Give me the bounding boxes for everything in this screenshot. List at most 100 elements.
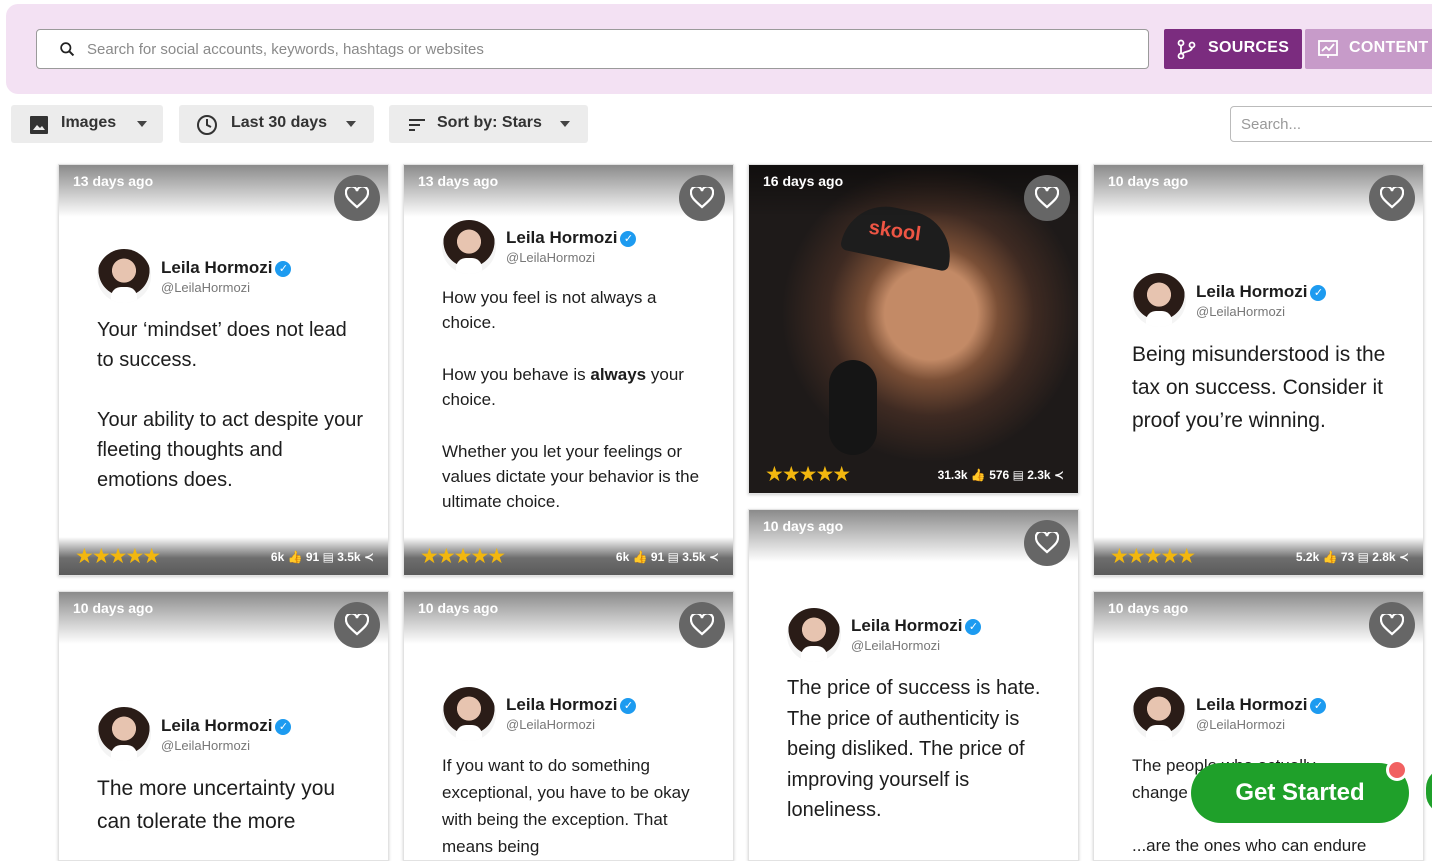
author-name: Leila Hormozi ✓ [161,716,292,736]
post-text: If you want to do something exceptional,… [442,756,690,856]
avatar [1132,687,1186,741]
sort-icon [409,119,425,131]
content-button[interactable]: CONTENT [1305,29,1432,69]
microphone-graphic [829,360,877,455]
date-filter-dropdown[interactable]: Last 30 days [179,105,374,143]
content-card[interactable]: 10 days ago Leila Hormozi ✓ @LeilaHormozi… [58,591,389,861]
author-handle: @LeilaHormozi [506,717,596,732]
post-age: 10 days ago [418,600,499,616]
author-name: Leila Hormozi ✓ [506,695,637,715]
verified-badge-icon: ✓ [620,698,637,714]
post-age: 10 days ago [763,518,844,534]
chevron-down-icon [346,121,356,127]
favorite-button[interactable] [1024,520,1070,566]
engagement-stats: 31.3k 👍 576 ▤ 2.3k ≺ [937,468,1064,482]
avatar [1132,273,1186,327]
post-text: The more uncertainty you can tolerate th… [97,777,336,833]
author-handle: @LeilaHormozi [851,638,941,653]
verified-badge-icon: ✓ [1310,698,1327,714]
avatar [442,687,496,741]
author-name: Leila Hormozi ✓ [851,616,982,636]
favorite-button[interactable] [1369,175,1415,221]
side-search-placeholder: Search... [1241,116,1302,133]
chart-icon [1318,40,1338,58]
rating-stars: ★★★★★ [420,545,506,568]
get-started-button[interactable]: Get Started [1191,763,1409,823]
verified-badge-icon: ✓ [965,619,982,635]
avatar [442,220,496,274]
heart-icon [1380,187,1404,209]
favorite-button[interactable] [679,602,725,648]
type-filter-label: Images [61,114,117,131]
post-text: Your ability to act despite your fleetin… [97,409,364,491]
heart-icon [690,187,714,209]
search-placeholder: Search for social accounts, keywords, ha… [87,41,484,58]
avatar [787,608,841,662]
post-text: Your ‘mindset’ does not lead to success. [97,319,347,371]
rating-stars: ★★★★★ [765,463,851,486]
favorite-button[interactable] [334,602,380,648]
verified-badge-icon: ✓ [275,261,292,277]
post-text: The price of success is hate. The price … [787,677,1041,821]
branch-icon [1177,39,1196,59]
avatar [97,249,151,303]
heart-icon [1035,187,1059,209]
date-filter-label: Last 30 days [231,114,328,131]
post-text: How you feel is not always a choice. [442,288,657,332]
chat-widget-edge[interactable] [1426,768,1432,814]
type-filter-dropdown[interactable]: Images [11,105,163,143]
heart-icon [1380,614,1404,636]
author-handle: @LeilaHormozi [1196,717,1286,732]
heart-icon [690,614,714,636]
post-text: Whether you let your feelings or values … [442,442,700,511]
chevron-down-icon [137,121,147,127]
author-handle: @LeilaHormozi [161,280,251,295]
notification-dot [1386,759,1408,781]
favorite-button[interactable] [334,175,380,221]
post-age: 13 days ago [73,173,154,189]
post-text: Being misunderstood is the tax on succes… [1132,343,1386,432]
author-handle: @LeilaHormozi [1196,304,1286,319]
author-name: Leila Hormozi ✓ [1196,282,1327,302]
favorite-button[interactable] [679,175,725,221]
verified-badge-icon: ✓ [620,231,637,247]
content-card[interactable]: 13 days ago Leila Hormozi ✓ @LeilaHormozi… [403,164,734,576]
rating-stars: ★★★★★ [1110,545,1196,568]
favorite-button[interactable] [1024,175,1070,221]
content-card[interactable]: 13 days ago Leila Hormozi ✓ @LeilaHormozi… [58,164,389,576]
post-age: 16 days ago [763,173,844,189]
verified-badge-icon: ✓ [1310,285,1327,301]
post-text: ...are the ones who can endure [1132,836,1367,855]
search-icon [60,42,75,57]
heart-icon [1035,532,1059,554]
author-name: Leila Hormozi ✓ [506,228,637,248]
post-age: 10 days ago [1108,173,1189,189]
sources-button[interactable]: SOURCES [1164,29,1302,69]
sort-label: Sort by: Stars [437,114,542,131]
post-age: 10 days ago [1108,600,1189,616]
content-card[interactable]: 10 days ago Leila Hormozi ✓ @LeilaHormozi… [403,591,734,861]
post-age: 13 days ago [418,173,499,189]
post-age: 10 days ago [73,600,154,616]
engagement-stats: 5.2k 👍 73 ▤ 2.8k ≺ [1295,550,1409,564]
image-icon [30,116,48,134]
content-label: CONTENT [1349,39,1429,56]
author-name: Leila Hormozi ✓ [1196,695,1327,715]
post-text: How you behave is always your choice. [442,365,684,409]
search-bar[interactable]: Search for social accounts, keywords, ha… [36,29,1149,69]
avatar [97,707,151,761]
rating-stars: ★★★★★ [75,545,161,568]
heart-icon [345,187,369,209]
sort-dropdown[interactable]: Sort by: Stars [389,105,588,143]
author-handle: @LeilaHormozi [506,250,596,265]
engagement-stats: 6k 👍 91 ▤ 3.5k ≺ [270,550,374,564]
favorite-button[interactable] [1369,602,1415,648]
clock-icon [197,115,217,135]
content-card[interactable]: skool 16 days ago ★★★★★ 31.3k 👍 576 ▤ 2.… [748,164,1079,494]
content-card[interactable]: 10 days ago Leila Hormozi ✓ @LeilaHormozi… [1093,164,1424,576]
engagement-stats: 6k 👍 91 ▤ 3.5k ≺ [615,550,719,564]
author-name: Leila Hormozi ✓ [161,258,292,278]
heart-icon [345,614,369,636]
content-card[interactable]: 10 days ago Leila Hormozi ✓ @LeilaHormozi… [748,509,1079,861]
side-search-input[interactable]: Search... [1230,106,1432,142]
